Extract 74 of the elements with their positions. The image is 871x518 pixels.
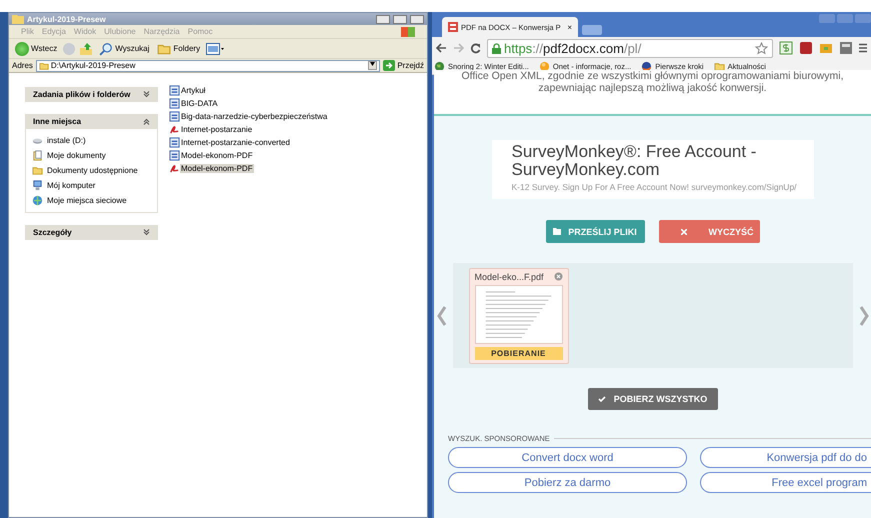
chevron-icon [143, 91, 150, 98]
address-path: D:\Artykul-2019-Presew [50, 61, 136, 70]
panel-header[interactable]: Zadania plików i folderów [25, 87, 158, 102]
reload-icon[interactable] [470, 42, 481, 54]
file-item[interactable]: BIG-DATA [180, 98, 219, 108]
file-item[interactable]: Internet-postarzanie-converted [180, 138, 291, 146]
computer-icon [32, 180, 43, 191]
document-icon [169, 110, 180, 122]
place-link[interactable]: Moje miejsca sieciowe [47, 196, 127, 205]
calculator-extension-icon[interactable] [839, 41, 853, 55]
star-icon[interactable] [755, 42, 768, 54]
magnifier-icon [99, 42, 114, 56]
maximize-button[interactable] [393, 14, 407, 24]
windows-flag-icon [401, 26, 415, 36]
document-icon [169, 136, 180, 148]
file-name: Model-eko...F.pdf [474, 272, 544, 282]
lock-icon [492, 42, 501, 54]
remove-icon[interactable] [554, 272, 562, 281]
ad-title[interactable]: SurveyMonkey®: Free Account - SurveyMonkey.com [512, 143, 814, 179]
panel-header[interactable]: Szczegóły [25, 225, 158, 240]
check-icon [598, 396, 606, 402]
up-folder-icon[interactable] [79, 42, 94, 56]
search-link[interactable]: Free excel program [700, 472, 871, 493]
ad-card[interactable]: SurveyMonkey®: Free Account - SurveyMonkey.com K-12 Survey. Sign Up For A Free Account Now! surveymonkey.com/SignUp/ [492, 140, 814, 199]
go-button[interactable]: Przejdź [383, 60, 424, 71]
address-field[interactable]: D:\Artykul-2019-Presew [36, 60, 380, 72]
views-icon[interactable] [206, 42, 224, 54]
chevron-icon [143, 118, 150, 125]
download-button[interactable]: POBIERANIE [474, 346, 562, 360]
documents-icon [32, 150, 43, 161]
forward-icon[interactable] [453, 43, 464, 53]
search-link[interactable]: Konwersja pdf do do [700, 447, 871, 468]
intro-text: Office Open XML, zgodnie ze wszystkimi głównymi oprogramowaniami biurowymi, zapewniając najlepszą możliwą jakość konwersji. [434, 70, 871, 116]
search-link[interactable]: Pobierz za darmo [448, 472, 687, 493]
file-item[interactable]: Internet-postarzanie [180, 124, 254, 134]
url-text: https://pdf2docx.com/pl/ [504, 40, 642, 56]
place-link[interactable]: Moje dokumenty [47, 151, 106, 160]
dollar-extension-icon[interactable] [779, 41, 793, 55]
close-button[interactable] [410, 14, 424, 24]
folder-icon [714, 61, 725, 72]
folder-icon [32, 165, 43, 176]
download-all-button[interactable]: POBIERZ WSZYSTKO [588, 388, 718, 410]
tab-close-button[interactable]: × [567, 22, 572, 32]
folders-button[interactable]: Foldery [155, 40, 202, 56]
search-link[interactable]: Convert docx word [448, 447, 687, 468]
chevron-icon [143, 229, 150, 236]
minimize-button[interactable] [376, 14, 390, 24]
pdf-icon [169, 124, 180, 134]
pdf-favicon-icon [448, 22, 458, 32]
url-field[interactable]: https://pdf2docx.com/pl/ [487, 38, 773, 58]
window-title: Artykul-2019-Presew [27, 14, 107, 24]
panel-header[interactable]: Inne miejsca [25, 114, 158, 129]
network-icon [32, 195, 43, 206]
document-icon [169, 84, 180, 96]
ad-description: K-12 Survey. Sign Up For A Free Account Now! surveymonkey.com/SignUp/ [512, 182, 798, 192]
address-label: Adres [12, 61, 33, 70]
place-link[interactable]: instale (D:) [47, 136, 86, 145]
close-icon [680, 228, 686, 234]
file-item[interactable]: Big-data-narzedzie-cyberbezpieczeństwa [180, 112, 328, 120]
document-icon [169, 150, 180, 160]
back-icon[interactable] [436, 43, 447, 53]
back-button[interactable]: Wstecz [13, 40, 60, 56]
search-button[interactable]: Wyszukaj [97, 40, 152, 56]
file-item[interactable]: Model-ekonom-PDF [180, 164, 254, 172]
document-icon [169, 98, 180, 108]
file-item[interactable]: Artykuł [180, 86, 206, 94]
go-arrow-icon [383, 60, 396, 71]
menu-icon[interactable] [859, 43, 867, 53]
box-extension-icon[interactable] [819, 41, 833, 55]
place-link[interactable]: Mój komputer [47, 181, 96, 190]
pdf-icon [169, 162, 180, 174]
folder-icon [553, 228, 562, 235]
place-link[interactable]: Dokumenty udostępnione [47, 166, 138, 175]
file-item[interactable]: Model-ekonom-PDF [180, 150, 254, 160]
